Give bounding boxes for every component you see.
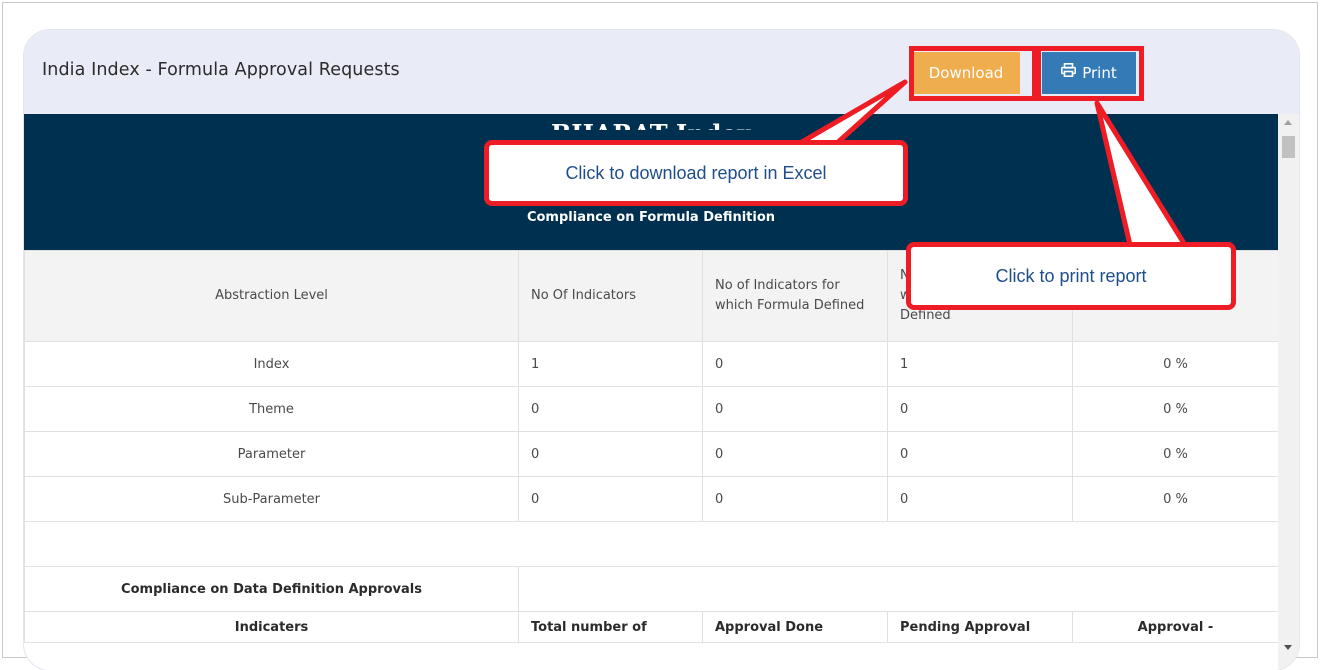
table-cell: Theme — [24, 386, 519, 432]
page-title: India Index - Formula Approval Requests — [42, 60, 400, 80]
table-cell: 0 % — [1072, 476, 1279, 522]
column-header: Indicaters — [24, 611, 519, 643]
banner-title: BHARAT Index — [24, 114, 1278, 130]
table-row: Parameter 0 0 0 0 % — [24, 431, 1279, 477]
scroll-up-arrow-icon[interactable] — [1284, 120, 1292, 125]
column-header: No of Indicators for which Formula Defin… — [702, 250, 888, 342]
table-row: Index 1 0 1 0 % — [24, 341, 1279, 387]
column-header: Pending Approval — [887, 611, 1073, 643]
table-cell: 0 % — [1072, 431, 1279, 477]
table-cell: 0 — [518, 431, 703, 477]
column-header: Total number of — [518, 611, 703, 643]
report-card: India Index - Formula Approval Requests … — [24, 30, 1299, 670]
table-cell: 0 — [518, 476, 703, 522]
card-header: India Index - Formula Approval Requests … — [24, 30, 1299, 114]
scroll-down-arrow-icon[interactable] — [1284, 645, 1292, 650]
table-cell: 0 — [702, 431, 888, 477]
print-callout: Click to print report — [906, 242, 1236, 310]
table-cell: 0 — [887, 386, 1073, 432]
table-cell: 0 — [518, 386, 703, 432]
table-cell: 0 — [702, 386, 888, 432]
table-cell: Sub-Parameter — [24, 476, 519, 522]
download-callout: Click to download report in Excel — [484, 140, 908, 206]
table-cell: 0 — [702, 341, 888, 387]
print-button[interactable]: Print — [1042, 52, 1136, 94]
table-cell: Index — [24, 341, 519, 387]
table-cell: 0 — [887, 476, 1073, 522]
table-cell: 0 — [702, 476, 888, 522]
scrollbar-thumb[interactable] — [1282, 136, 1295, 158]
column-header: No Of Indicators — [518, 250, 703, 342]
column-header: Approval - — [1072, 611, 1279, 643]
section-title: Compliance on Data Definition Approvals — [24, 566, 519, 612]
table-cell: Parameter — [24, 431, 519, 477]
table-cell: 0 % — [1072, 341, 1279, 387]
table-row: Sub-Parameter 0 0 0 0 % — [24, 476, 1279, 522]
table-cell: 0 — [887, 431, 1073, 477]
printer-icon — [1061, 51, 1077, 93]
column-header: Approval Done — [702, 611, 888, 643]
banner-subtitle: Compliance on Formula Definition — [526, 210, 776, 225]
section-title-row: Compliance on Data Definition Approvals — [24, 566, 1279, 612]
table-cell: 1 — [518, 341, 703, 387]
section-header-row: Indicaters Total number of Approval Done… — [24, 611, 1279, 643]
print-button-label: Print — [1082, 64, 1117, 82]
table-spacer-row — [24, 521, 1279, 567]
table-cell: 0 % — [1072, 386, 1279, 432]
download-button[interactable]: Download — [912, 52, 1020, 94]
vertical-scrollbar[interactable] — [1278, 114, 1299, 670]
table-cell: 1 — [887, 341, 1073, 387]
table-row: Theme 0 0 0 0 % — [24, 386, 1279, 432]
column-header: Abstraction Level — [24, 250, 519, 342]
